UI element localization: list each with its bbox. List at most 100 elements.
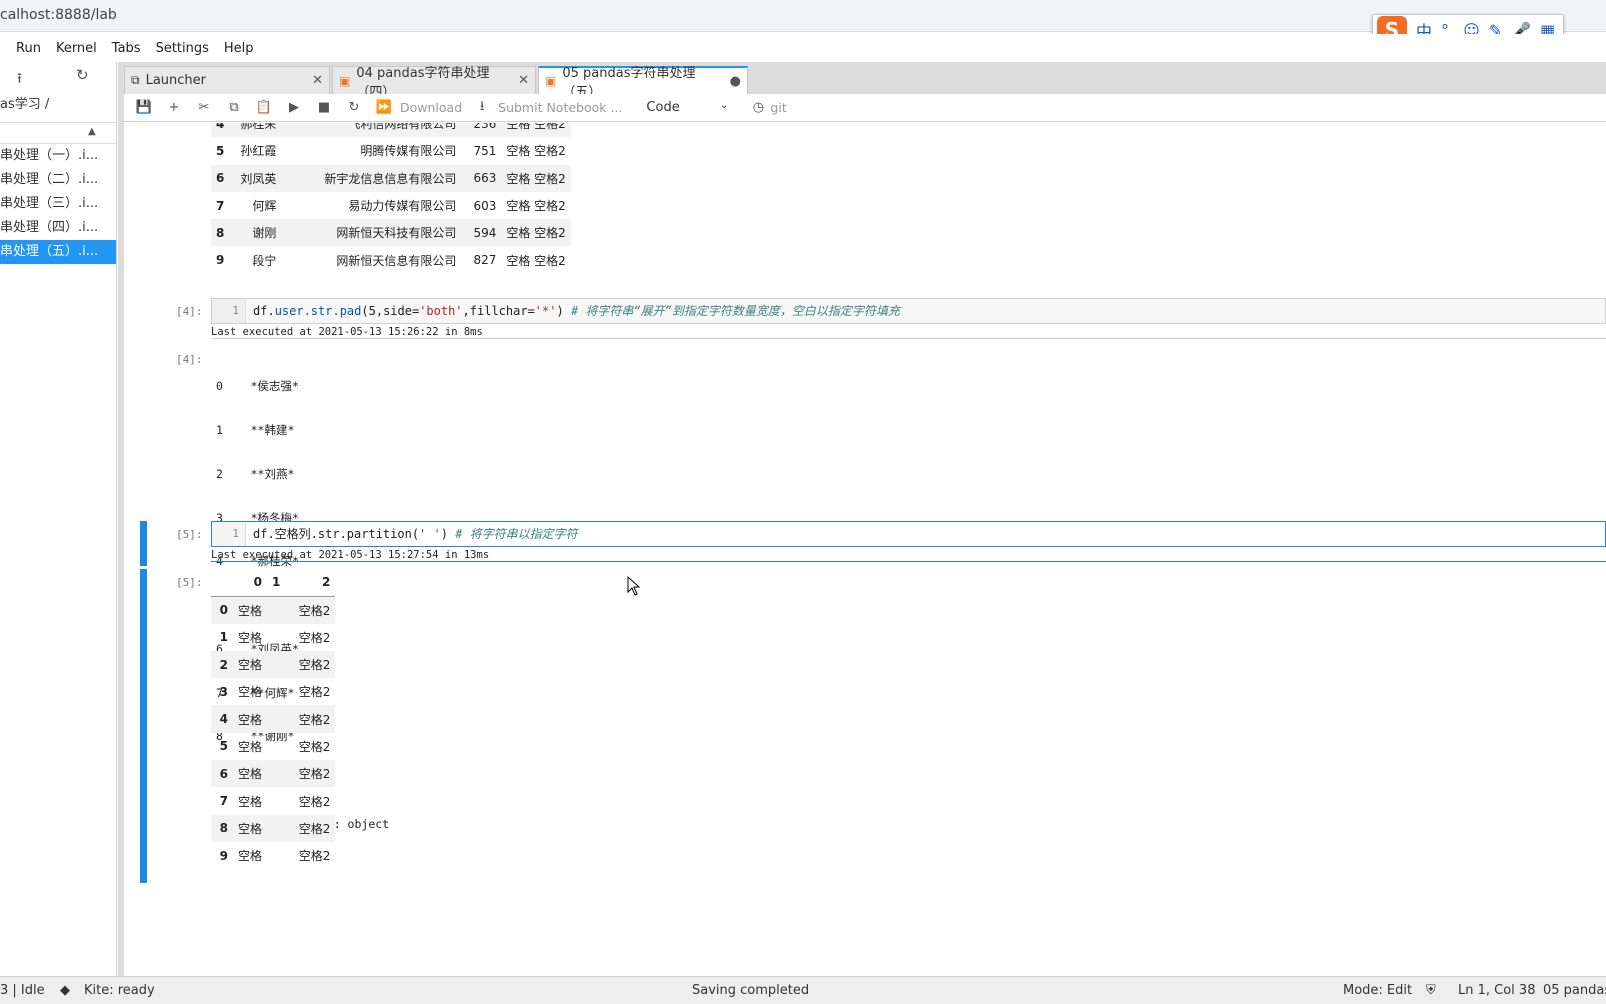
cell-number: 751 <box>473 143 497 158</box>
table-cell: 空格2 <box>298 794 331 809</box>
mode-indicator[interactable]: Mode: Edit <box>1343 983 1412 998</box>
code-token: ) <box>556 304 571 318</box>
code-token: user.str.pad <box>274 304 362 318</box>
input-prompt: [4]: <box>176 305 203 318</box>
menu-kernel[interactable]: Kernel <box>56 41 97 56</box>
save-icon[interactable]: 💾 <box>134 100 154 115</box>
launcher-icon: ⧉ <box>131 73 140 87</box>
menu-help[interactable]: Help <box>224 41 254 56</box>
url-text[interactable]: calhost:8888/lab <box>0 7 117 23</box>
refresh-icon[interactable]: ↻ <box>76 66 89 84</box>
table-row: 1 空格 空格2 <box>211 624 335 651</box>
code-comment: # 将字符串以指定字符 <box>455 527 578 541</box>
file-item[interactable]: 串处理（三）.i... <box>0 192 116 216</box>
download-button[interactable]: Download <box>400 100 462 115</box>
cell-company: 网新恒天信息有限公司 <box>336 253 457 268</box>
table-cell: 空格2 <box>285 596 336 624</box>
cell-space-col: 空格 空格2 <box>506 253 566 268</box>
input-collapser[interactable] <box>140 521 147 566</box>
menu-settings[interactable]: Settings <box>156 41 209 56</box>
menu-tabs[interactable]: Tabs <box>112 41 141 56</box>
code-comment: # 将字符串“展开”到指定字符数量宽度，空白以指定字符填充 <box>570 304 900 318</box>
tab-notebook-04[interactable]: ▣ 04 pandas字符串处理（四） ✕ <box>332 66 536 100</box>
column-header <box>211 569 233 597</box>
table-cell: 空格 <box>238 630 263 645</box>
execution-time: Last executed at 2021-05-13 15:26:22 in … <box>211 326 1606 339</box>
chevron-down-icon: ⌄ <box>720 100 729 111</box>
file-item[interactable]: 串处理（四）.i... <box>0 216 116 240</box>
table-cell: 空格 <box>233 760 268 788</box>
cell-user: 刘凤英 <box>229 164 282 192</box>
table-cell: 空格 <box>233 596 268 624</box>
download-icon[interactable]: ⭳ <box>472 97 492 119</box>
table-cell: 空格 <box>233 705 268 733</box>
upload-icon[interactable]: ⭱ <box>17 68 22 92</box>
run-icon[interactable]: ▶ <box>284 100 304 115</box>
kite-status[interactable]: Kite: ready <box>84 983 155 998</box>
cell-company: 易动力传媒有限公司 <box>348 199 457 214</box>
cut-icon[interactable]: ✂ <box>194 100 214 115</box>
cell-space-col: 空格 空格2 <box>501 123 571 138</box>
code-line[interactable]: df.空格列.str.partition(' ') # 将字符串以指定字符 <box>253 522 578 546</box>
code-line[interactable]: df.user.str.pad(5,side='both',fillchar='… <box>253 299 900 323</box>
submit-notebook-button[interactable]: Submit Notebook ... <box>498 100 622 115</box>
copy-icon[interactable]: ⧉ <box>224 100 244 115</box>
cell-company: 新宇龙信息信息有限公司 <box>281 164 462 192</box>
shield-icon[interactable]: ⛨ <box>1426 983 1436 998</box>
dataframe-output-partial: 4 郝桂荣 飞利信网络有限公司 236 空格 空格2 5 孙红霞 明腾传媒有限公… <box>211 123 571 274</box>
output-collapser[interactable] <box>140 569 147 883</box>
code-editor[interactable]: 1 df.user.str.pad(5,side='both',fillchar… <box>211 298 1606 324</box>
row-index: 2 <box>211 650 233 679</box>
table-row: 6 空格 空格2 <box>211 760 336 788</box>
cell-number: 827 <box>473 253 497 268</box>
output-line: 0 *侯志强* <box>216 379 299 394</box>
cell-user: 何辉 <box>252 199 277 214</box>
output-prompt: [4]: <box>176 353 203 366</box>
file-list-header[interactable]: ▲ <box>0 122 116 144</box>
tab-label: Launcher <box>145 73 206 88</box>
row-index: 4 <box>211 705 233 733</box>
breadcrumb[interactable]: as学习 / <box>0 94 116 122</box>
file-item-selected[interactable]: 串处理（五）.i... <box>0 240 116 264</box>
table-row: 7 空格 空格2 <box>211 787 335 814</box>
paste-icon[interactable]: 📋 <box>254 100 274 115</box>
tab-notebook-05[interactable]: ▣ 05 pandas字符串处理（五） ● <box>538 66 748 100</box>
run-all-icon[interactable]: ⏩ <box>374 100 394 115</box>
unsaved-dot-icon[interactable]: ● <box>730 74 741 89</box>
restart-icon[interactable]: ↻ <box>344 100 364 115</box>
clock-icon[interactable]: ◷ <box>748 100 768 115</box>
execution-time: Last executed at 2021-05-13 15:27:54 in … <box>211 549 1606 562</box>
file-item[interactable]: 串处理（二）.i... <box>0 168 116 192</box>
cell-space-col: 空格 空格2 <box>506 199 566 214</box>
row-index: 3 <box>219 684 228 699</box>
table-cell <box>267 814 286 842</box>
table-cell: 空格2 <box>298 739 331 754</box>
file-browser-toolbar: ⭱ ↻ <box>0 62 116 94</box>
stop-icon[interactable]: ■ <box>314 100 334 115</box>
add-cell-icon[interactable]: + <box>164 100 184 115</box>
table-cell <box>267 760 286 788</box>
git-button[interactable]: git <box>770 100 786 115</box>
cell-company: 网新恒天科技有限公司 <box>281 219 462 247</box>
row-index: 5 <box>216 143 225 158</box>
row-index: 6 <box>211 760 233 788</box>
row-index: 7 <box>219 794 228 809</box>
cell-space-col: 空格 空格2 <box>501 219 571 247</box>
kernel-status[interactable]: 3 | Idle <box>0 983 45 998</box>
table-cell: 空格 <box>233 814 268 842</box>
close-icon[interactable]: ✕ <box>312 73 323 88</box>
close-icon[interactable]: ✕ <box>518 73 529 88</box>
code-token: ' ' <box>419 527 441 541</box>
cell-user: 孙红霞 <box>240 144 277 159</box>
cell-type-select[interactable]: Code ⌄ <box>646 100 729 115</box>
cursor-position[interactable]: Ln 1, Col 38 <box>1458 983 1535 998</box>
code-editor-active[interactable]: 1 df.空格列.str.partition(' ') # 将字符串以指定字符 <box>211 521 1606 547</box>
menu-run[interactable]: Run <box>16 41 41 56</box>
table-cell <box>267 624 285 651</box>
table-row: 4 空格 空格2 <box>211 705 336 733</box>
sort-ascending-icon[interactable]: ▲ <box>88 126 96 137</box>
table-cell: 空格2 <box>298 630 331 645</box>
tab-launcher[interactable]: ⧉ Launcher ✕ <box>124 66 330 94</box>
file-item[interactable]: 串处理（一）.i... <box>0 144 116 168</box>
row-index: 9 <box>216 253 225 268</box>
